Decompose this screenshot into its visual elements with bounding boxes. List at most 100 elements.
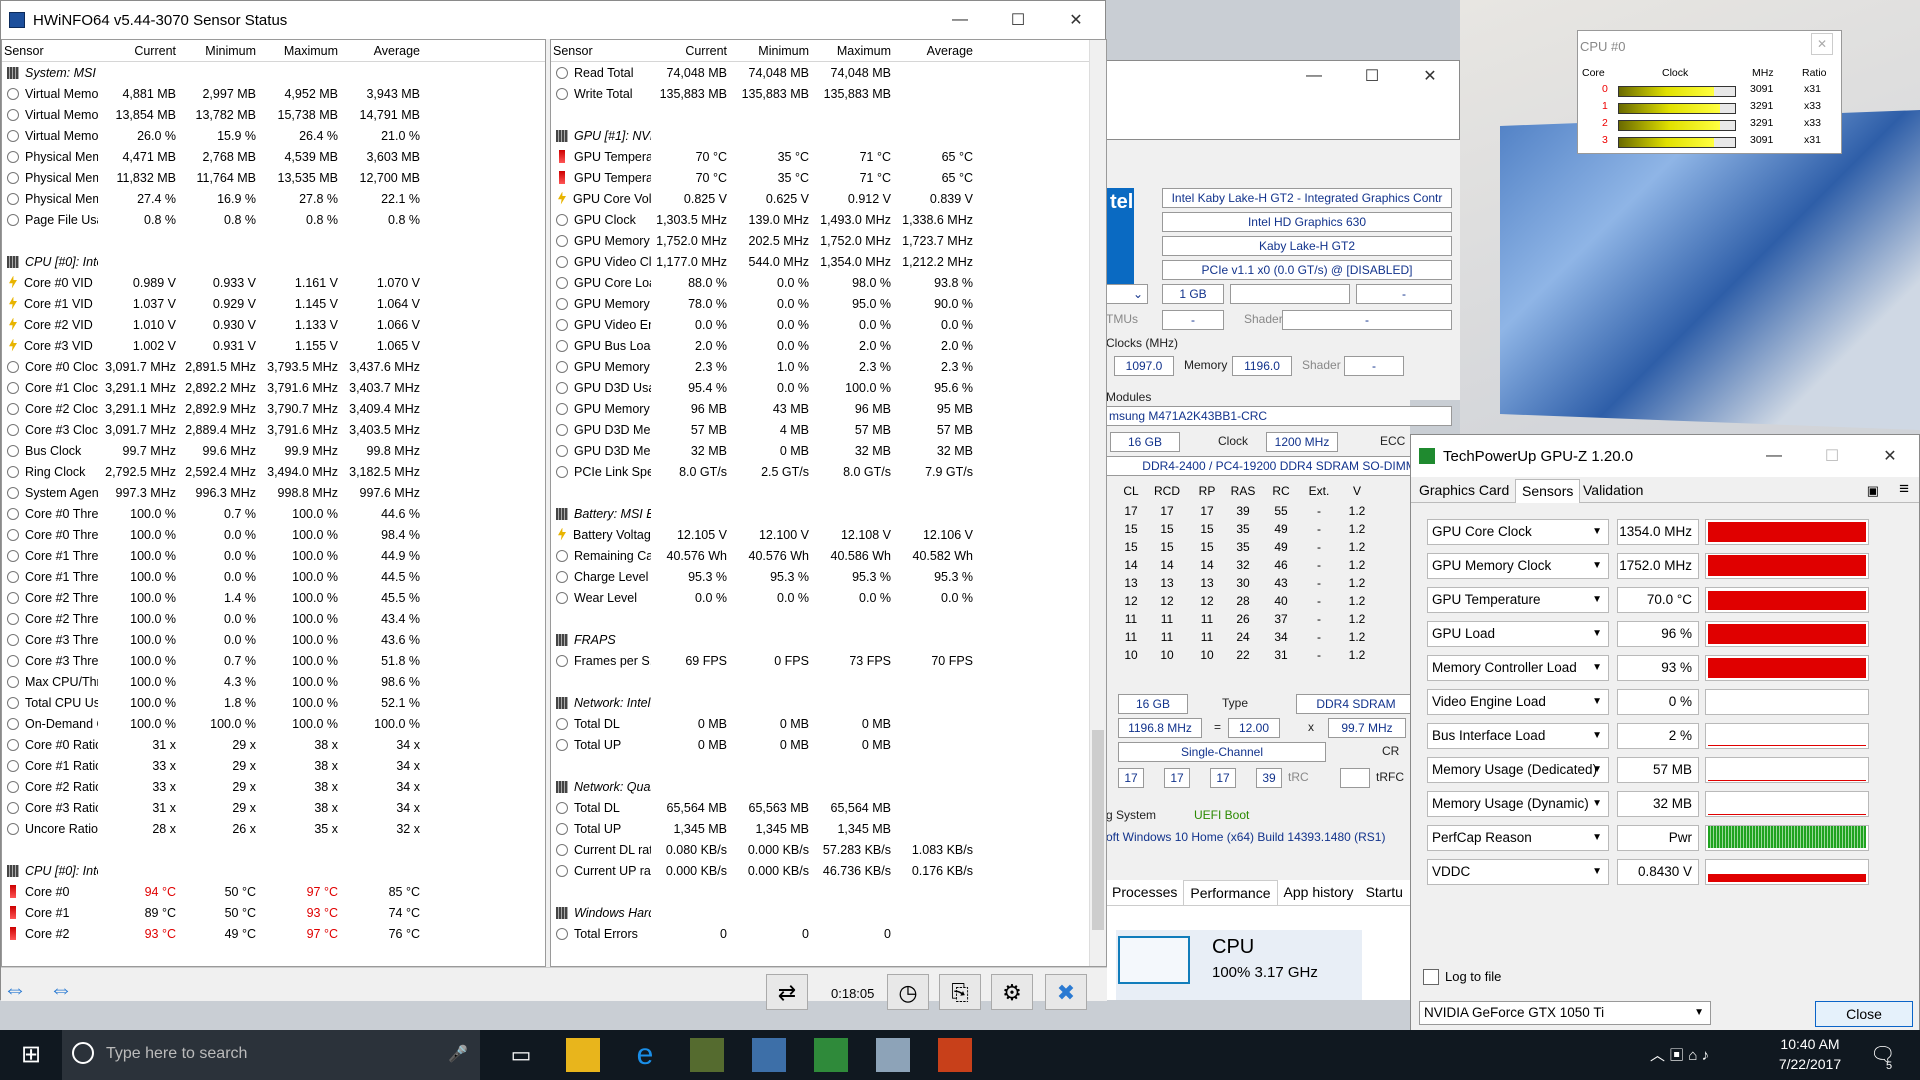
- close-icon[interactable]: ✕: [1401, 66, 1459, 86]
- sensor-row[interactable]: Core #1 89 °C 50 °C 93 °C 74 °C: [2, 902, 545, 923]
- sensor-row[interactable]: Core #2 Clock 3,291.1 MHz 2,892.9 MHz 3,790…: [2, 398, 545, 419]
- sensor-row[interactable]: Physical Memo... 4,471 MB 2,768 MB 4,539 MB…: [2, 146, 545, 167]
- expand-arrows-icon[interactable]: ⇔: [3, 976, 27, 1004]
- sensor-row[interactable]: Total UP 1,345 MB 1,345 MB 1,345 MB: [551, 818, 1106, 839]
- clock-time[interactable]: 10:40 AM: [1760, 1036, 1860, 1052]
- sensor-row[interactable]: Current UP rate 0.000 KB/s 0.000 KB/s 46.73…: [551, 860, 1106, 881]
- column-header[interactable]: Minimum: [733, 44, 815, 58]
- scrollbar[interactable]: [1089, 40, 1106, 966]
- sensor-row[interactable]: Total Errors 0 0 0: [551, 923, 1106, 944]
- column-header[interactable]: Maximum: [815, 44, 897, 58]
- sensor-row[interactable]: Frames per S... 69 FPS 0 FPS 73 FPS 70 FPS: [551, 650, 1106, 671]
- sensor-row[interactable]: On-Demand Cl... 100.0 % 100.0 % 100.0 % 100.…: [2, 713, 545, 734]
- sensor-row[interactable]: Core #2 Thre... 100.0 % 0.0 % 100.0 % 43.4 %: [2, 608, 545, 629]
- gpu-select[interactable]: NVIDIA GeForce GTX 1050 Ti ▼: [1419, 1001, 1711, 1025]
- sensor-row[interactable]: GPU Memory ... 1,752.0 MHz 202.5 MHz 1,752.…: [551, 230, 1106, 251]
- close-icon[interactable]: ✖: [1045, 974, 1087, 1010]
- sensor-row[interactable]: Max CPU/Thre... 100.0 % 4.3 % 100.0 % 98.6 %: [2, 671, 545, 692]
- column-header[interactable]: Sensor: [551, 44, 651, 58]
- sensor-name-dropdown[interactable]: Memory Controller Load ▼: [1427, 655, 1609, 681]
- sensor-row[interactable]: Virtual Memor... 13,854 MB 13,782 MB 15,738…: [2, 104, 545, 125]
- tab-processes[interactable]: Processes: [1106, 880, 1183, 905]
- sensor-row[interactable]: GPU Bus Load 2.0 % 0.0 % 2.0 % 2.0 %: [551, 335, 1106, 356]
- collapse-arrows-icon[interactable]: ⇔: [49, 976, 73, 1004]
- group-row[interactable]: FRAPS: [551, 629, 1106, 650]
- sensor-row[interactable]: Core #0 VID 0.989 V 0.933 V 1.161 V 1.070 V: [2, 272, 545, 293]
- sensor-row[interactable]: GPU Memory ... 96 MB 43 MB 96 MB 95 MB: [551, 398, 1106, 419]
- sensor-row[interactable]: Charge Level 95.3 % 95.3 % 95.3 % 95.3 %: [551, 566, 1106, 587]
- sensor-name-dropdown[interactable]: GPU Temperature ▼: [1427, 587, 1609, 613]
- sensor-row[interactable]: Total DL 0 MB 0 MB 0 MB: [551, 713, 1106, 734]
- sensor-row[interactable]: Total DL 65,564 MB 65,563 MB 65,564 MB: [551, 797, 1106, 818]
- tab-graphics-card[interactable]: Graphics Card: [1413, 479, 1515, 503]
- sensor-row[interactable]: Total CPU Usage 100.0 % 1.8 % 100.0 % 52.1 %: [2, 692, 545, 713]
- column-header[interactable]: Average: [344, 44, 426, 58]
- sensor-row[interactable]: Core #0 Ratio 31 x 29 x 38 x 34 x: [2, 734, 545, 755]
- sensor-row[interactable]: Core #1 Ratio 33 x 29 x 38 x 34 x: [2, 755, 545, 776]
- column-header[interactable]: Current: [651, 44, 733, 58]
- sensor-row[interactable]: Virtual Memor... 26.0 % 15.9 % 26.4 % 21.0 %: [2, 125, 545, 146]
- sensor-row[interactable]: Current DL rate 0.080 KB/s 0.000 KB/s 57.28…: [551, 839, 1106, 860]
- close-icon[interactable]: ✕: [1811, 33, 1833, 55]
- network-icon[interactable]: ⇄: [766, 974, 808, 1010]
- sensor-row[interactable]: Page File Usage 0.8 % 0.8 % 0.8 % 0.8 %: [2, 209, 545, 230]
- maximize-icon[interactable]: ☐: [989, 10, 1047, 30]
- sensor-row[interactable]: GPU Temperat... 70 °C 35 °C 71 °C 65 °C: [551, 167, 1106, 188]
- column-header[interactable]: Maximum: [262, 44, 344, 58]
- sensor-row[interactable]: Core #3 Ratio 31 x 29 x 38 x 34 x: [2, 797, 545, 818]
- windows-start-icon[interactable]: ⊞: [14, 1038, 48, 1072]
- task-view-icon[interactable]: ▭: [504, 1038, 538, 1072]
- tab-sensors[interactable]: Sensors: [1515, 479, 1581, 503]
- group-row[interactable]: CPU [#0]: Inte...: [2, 251, 545, 272]
- sensor-row[interactable]: Write Total 135,883 MB 135,883 MB 135,883 M…: [551, 83, 1106, 104]
- sensor-name-dropdown[interactable]: GPU Memory Clock ▼: [1427, 553, 1609, 579]
- sensor-row[interactable]: GPU D3D Mem... 32 MB 0 MB 32 MB 32 MB: [551, 440, 1106, 461]
- sensor-row[interactable]: GPU Temperat... 70 °C 35 °C 71 °C 65 °C: [551, 146, 1106, 167]
- camera-icon[interactable]: ▣: [1867, 483, 1879, 499]
- hwinfo-taskbar-icon[interactable]: [876, 1038, 910, 1072]
- cpu-tile[interactable]: CPU 100% 3.17 GHz: [1116, 930, 1362, 1000]
- sensor-name-dropdown[interactable]: GPU Load ▼: [1427, 621, 1609, 647]
- sensor-row[interactable]: System Agent ... 997.3 MHz 996.3 MHz 998.8 …: [2, 482, 545, 503]
- sensor-row[interactable]: GPU Core Volt... 0.825 V 0.625 V 0.912 V 0.8…: [551, 188, 1106, 209]
- sensor-row[interactable]: Core #1 VID 1.037 V 0.929 V 1.145 V 1.064 V: [2, 293, 545, 314]
- column-header[interactable]: Current: [98, 44, 182, 58]
- sensor-row[interactable]: Core #3 Thre... 100.0 % 0.7 % 100.0 % 51.8 %: [2, 650, 545, 671]
- sensor-row[interactable]: Ring Clock 2,792.5 MHz 2,592.4 MHz 3,494.0 …: [2, 461, 545, 482]
- group-row[interactable]: Battery: MSI B...: [551, 503, 1106, 524]
- tab-performance[interactable]: Performance: [1183, 880, 1278, 905]
- sensor-row[interactable]: Core #0 94 °C 50 °C 97 °C 85 °C: [2, 881, 545, 902]
- close-button[interactable]: Close: [1815, 1001, 1913, 1027]
- tab-app-history[interactable]: App history: [1278, 880, 1360, 905]
- sensor-name-dropdown[interactable]: Memory Usage (Dynamic) ▼: [1427, 791, 1609, 817]
- sensor-name-dropdown[interactable]: GPU Core Clock ▼: [1427, 519, 1609, 545]
- sensor-row[interactable]: GPU Core Load 88.0 % 0.0 % 98.0 % 93.8 %: [551, 272, 1106, 293]
- sensor-row[interactable]: Core #1 Clock 3,291.1 MHz 2,892.2 MHz 3,791…: [2, 377, 545, 398]
- sensor-name-dropdown[interactable]: Video Engine Load ▼: [1427, 689, 1609, 715]
- sensor-row[interactable]: Physical Memo... 27.4 % 16.9 % 27.8 % 22.1 %: [2, 188, 545, 209]
- clock-icon[interactable]: ◷: [887, 974, 929, 1010]
- group-row[interactable]: GPU [#1]: NVI...: [551, 125, 1106, 146]
- game-icon[interactable]: [938, 1038, 972, 1072]
- sensor-row[interactable]: Core #2 Ratio 33 x 29 x 38 x 34 x: [2, 776, 545, 797]
- sensor-name-dropdown[interactable]: PerfCap Reason ▼: [1427, 825, 1609, 851]
- sensor-row[interactable]: Core #2 VID 1.010 V 0.930 V 1.133 V 1.066 V: [2, 314, 545, 335]
- sensor-row[interactable]: Remaining Ca... 40.576 Wh 40.576 Wh 40.586 …: [551, 545, 1106, 566]
- sensor-row[interactable]: Bus Clock 99.7 MHz 99.6 MHz 99.9 MHz 99.8 MH…: [2, 440, 545, 461]
- background-window[interactable]: — ☐ ✕: [1106, 60, 1460, 140]
- group-row[interactable]: Network: Intel...: [551, 692, 1106, 713]
- scrollbar-thumb[interactable]: [1092, 730, 1104, 930]
- clock-date[interactable]: 7/22/2017: [1760, 1056, 1860, 1072]
- sensor-row[interactable]: Core #1 Thre... 100.0 % 0.0 % 100.0 % 44.9 %: [2, 545, 545, 566]
- group-row[interactable]: CPU [#0]: Inte...: [2, 860, 545, 881]
- calculator-icon[interactable]: [752, 1038, 786, 1072]
- sensor-row[interactable]: GPU Memory ... 2.3 % 1.0 % 2.3 % 2.3 %: [551, 356, 1106, 377]
- sensor-row[interactable]: GPU Clock 1,303.5 MHz 139.0 MHz 1,493.0 MHz…: [551, 209, 1106, 230]
- tab-startu[interactable]: Startu: [1360, 880, 1409, 905]
- module-select[interactable]: msung M471A2K43BB1-CRC: [1106, 406, 1452, 426]
- sensor-row[interactable]: Total UP 0 MB 0 MB 0 MB: [551, 734, 1106, 755]
- minimize-icon[interactable]: —: [1285, 67, 1343, 85]
- sensor-name-dropdown[interactable]: Memory Usage (Dedicated) ▼: [1427, 757, 1609, 783]
- group-row[interactable]: System: MSI ...: [2, 62, 545, 83]
- sensor-row[interactable]: PCIe Link Speed 8.0 GT/s 2.5 GT/s 8.0 GT/s 7…: [551, 461, 1106, 482]
